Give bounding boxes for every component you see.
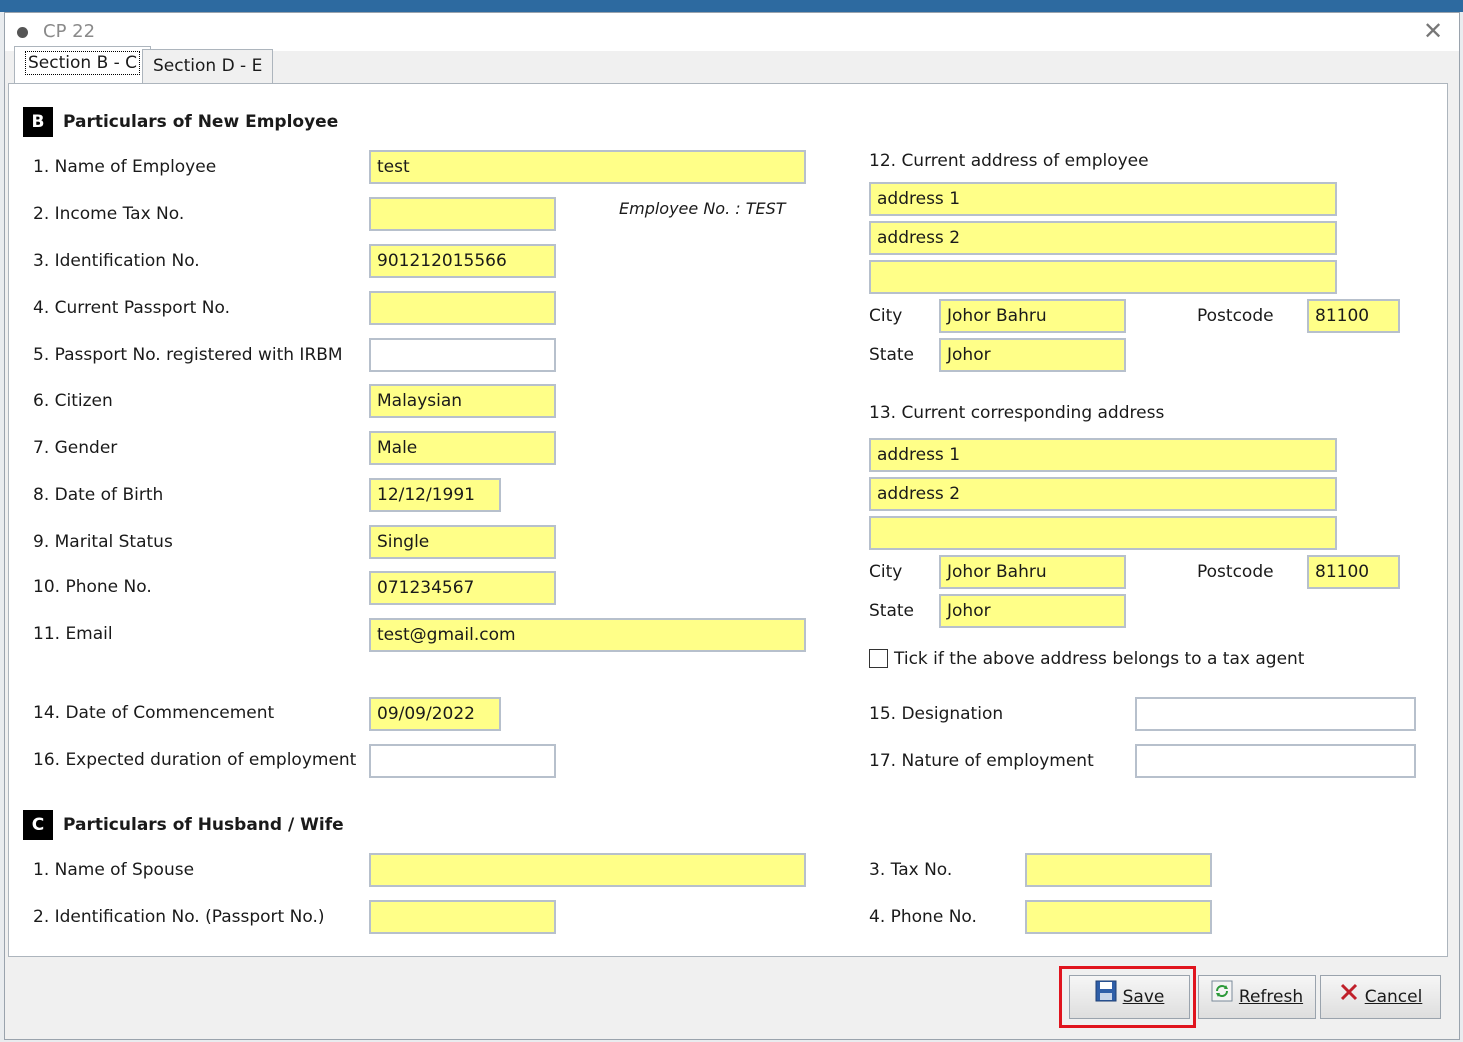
phone-label: 10. Phone No. — [33, 577, 152, 597]
duration-field[interactable] — [369, 744, 556, 778]
refresh-icon — [1211, 976, 1233, 1018]
employee-name-field[interactable]: test — [369, 150, 806, 184]
current-address-label: 12. Current address of employee — [869, 151, 1149, 171]
passport-label: 4. Current Passport No. — [33, 298, 230, 318]
dob-field[interactable]: 12/12/1991 — [369, 478, 501, 512]
corr-postcode-field[interactable]: 81100 — [1307, 555, 1400, 589]
state-label: State — [869, 345, 914, 365]
current-address-line1[interactable]: address 1 — [869, 182, 1337, 216]
section-c-badge: C — [23, 810, 53, 840]
corr-address-label: 13. Current corresponding address — [869, 403, 1165, 423]
section-c-title: Particulars of Husband / Wife — [63, 815, 344, 835]
spouse-name-field[interactable] — [369, 853, 806, 887]
phone-field[interactable]: 071234567 — [369, 571, 556, 605]
title-bar: CP 22 ✕ — [5, 13, 1459, 51]
corr-state-field[interactable]: Johor — [939, 594, 1126, 628]
corr-address-line2[interactable]: address 2 — [869, 477, 1337, 511]
corr-address-line3[interactable] — [869, 516, 1337, 550]
designation-label: 15. Designation — [869, 704, 1004, 724]
tab-section-d-e[interactable]: Section D - E — [142, 49, 274, 83]
commencement-label: 14. Date of Commencement — [33, 703, 275, 723]
close-icon[interactable]: ✕ — [1421, 19, 1445, 43]
spouse-tax-no-field[interactable] — [1025, 853, 1212, 887]
refresh-label: Refresh — [1238, 987, 1304, 1007]
tax-agent-checkbox[interactable] — [869, 649, 888, 668]
nature-label: 17. Nature of employment — [869, 751, 1094, 771]
commencement-field[interactable]: 09/09/2022 — [369, 697, 501, 731]
cancel-button[interactable]: Cancel — [1320, 975, 1441, 1019]
city-label: City — [869, 306, 903, 326]
passport-irbm-label: 5. Passport No. registered with IRBM — [33, 345, 343, 365]
window-title: CP 22 — [43, 21, 96, 42]
email-label: 11. Email — [33, 624, 113, 644]
designation-field[interactable] — [1135, 697, 1416, 731]
current-city-field[interactable]: Johor Bahru — [939, 299, 1126, 333]
tax-agent-label: Tick if the above address belongs to a t… — [894, 649, 1305, 669]
city-label: City — [869, 562, 903, 582]
postcode-label: Postcode — [1197, 562, 1274, 582]
tab-section-b-c[interactable]: Section B - C — [14, 46, 152, 86]
nature-field[interactable] — [1135, 744, 1416, 778]
phone-no-label: 4. Phone No. — [869, 907, 977, 927]
spouse-phone-field[interactable] — [1025, 900, 1212, 934]
gender-label: 7. Gender — [33, 438, 118, 458]
corr-city-field[interactable]: Johor Bahru — [939, 555, 1126, 589]
tab-label: Section B - C — [25, 51, 141, 75]
current-address-line2[interactable]: address 2 — [869, 221, 1337, 255]
passport-field[interactable] — [369, 291, 556, 325]
section-b-badge: B — [23, 107, 53, 137]
passport-irbm-field[interactable] — [369, 338, 556, 372]
current-address-line3[interactable] — [869, 260, 1337, 294]
income-tax-field[interactable] — [369, 197, 556, 231]
gender-field[interactable]: Male — [369, 431, 556, 465]
corr-address-line1[interactable]: address 1 — [869, 438, 1337, 472]
current-state-field[interactable]: Johor — [939, 338, 1126, 372]
identification-field[interactable]: 901212015566 — [369, 244, 556, 278]
refresh-button[interactable]: Refresh — [1198, 975, 1316, 1019]
save-highlight-box — [1059, 966, 1196, 1028]
section-b-title: Particulars of New Employee — [63, 112, 339, 132]
spouse-ident-field[interactable] — [369, 900, 556, 934]
cancel-label: Cancel — [1364, 987, 1423, 1007]
current-postcode-field[interactable]: 81100 — [1307, 299, 1400, 333]
marital-label: 9. Marital Status — [33, 532, 173, 552]
citizen-field[interactable]: Malaysian — [369, 384, 556, 418]
spouse-ident-label: 2. Identification No. (Passport No.) — [33, 907, 325, 927]
tab-label: Section D - E — [153, 56, 263, 76]
state-label: State — [869, 601, 914, 621]
marital-field[interactable]: Single — [369, 525, 556, 559]
window-menu-icon[interactable] — [17, 27, 28, 38]
name-label: 1. Name of Employee — [33, 157, 217, 177]
email-field[interactable]: test@gmail.com — [369, 618, 806, 652]
duration-label: 16. Expected duration of employment — [33, 750, 357, 770]
postcode-label: Postcode — [1197, 306, 1274, 326]
spouse-name-label: 1. Name of Spouse — [33, 860, 195, 880]
employee-no-text: Employee No. : TEST — [619, 199, 786, 218]
identification-label: 3. Identification No. — [33, 251, 200, 271]
tax-no-label: 3. Tax No. — [869, 860, 953, 880]
x-icon — [1339, 976, 1359, 1018]
dob-label: 8. Date of Birth — [33, 485, 164, 505]
income-tax-label: 2. Income Tax No. — [33, 204, 185, 224]
citizen-label: 6. Citizen — [33, 391, 113, 411]
